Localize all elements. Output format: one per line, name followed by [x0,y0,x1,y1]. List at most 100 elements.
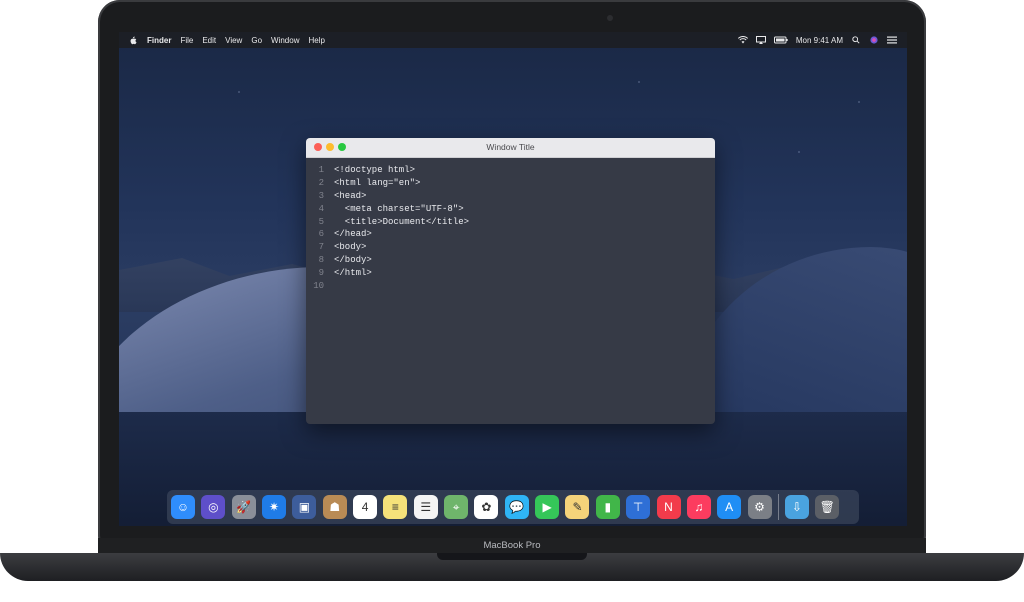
dock: ☺ ◎ 🚀 ✷ ▣ ☗ 4 ≡ ☰ ⌖ ✿ 💬 ▶ ✎ ▮ ⊤ N ♫ A ⚙ ⇩ 🗑 [167,490,859,524]
dock-maps-icon[interactable]: ⌖ [444,495,469,519]
dock-freeform-icon[interactable]: ✎ [565,495,590,519]
line-text[interactable]: <head> [334,190,366,203]
line-number: 5 [318,216,324,227]
code-line[interactable]: 3 <head> [306,190,469,203]
dock-app-store-icon[interactable]: A [717,495,742,519]
line-number: 7 [318,242,324,253]
line-text[interactable]: <!doctype html> [334,164,415,177]
dock-glyph: ▮ [604,500,612,514]
dock-glyph: ☗ [329,500,341,514]
dock-glyph: ✷ [269,500,280,514]
line-number: 4 [318,203,324,214]
line-text[interactable]: </html> [334,267,372,280]
spotlight-icon[interactable] [851,36,861,44]
dock-glyph: ◎ [208,500,219,514]
dock-glyph: 4 [361,500,369,514]
line-number: 2 [318,177,324,188]
line-text[interactable]: </head> [334,228,372,241]
line-number: 10 [313,281,324,292]
line-number: 1 [318,165,324,175]
menu-edit[interactable]: Edit [202,36,216,45]
window-title: Window Title [486,142,535,152]
dock-glyph: ▣ [298,500,311,514]
dock-music-icon[interactable]: ♫ [686,495,711,519]
dock-glyph: ✿ [481,500,492,514]
dock-photos-icon[interactable]: ✿ [474,495,499,519]
dock-glyph: ≡ [391,500,399,514]
line-text[interactable]: <body> [334,241,366,254]
device-label: MacBook Pro [483,540,541,551]
code-line[interactable]: 1 <!doctype html> [306,164,469,177]
dock-separator [777,494,779,520]
dock-glyph: ☰ [420,500,432,514]
dock-keynote-icon[interactable]: ⊤ [626,495,651,519]
line-number: 3 [318,190,324,201]
editor-window[interactable]: Window Title 1 <!doctype html> 2 <html lang… [306,138,715,424]
wifi-icon[interactable] [737,36,748,44]
code-line[interactable]: 4 <meta charset="UTF-8"> [306,203,469,216]
dock-glyph: 💬 [509,500,525,514]
dock-glyph: ⌖ [452,499,460,514]
menu-view[interactable]: View [225,36,242,45]
dock-messages-icon[interactable]: 💬 [504,495,529,519]
menu-window[interactable]: Window [271,36,299,45]
dock-glyph: ⚙ [754,500,765,514]
dock-facetime-icon[interactable]: ▶ [535,495,560,519]
line-text[interactable]: </body> [334,254,372,267]
code-line[interactable]: 6 </head> [306,228,469,241]
dock-glyph: ☺ [176,500,190,514]
dock-downloads-folder-icon[interactable]: ⇩ [784,495,809,519]
dock-glyph: A [725,500,734,514]
dock-contacts-icon[interactable]: ☗ [322,495,347,519]
dock-numbers-icon[interactable]: ▮ [595,495,620,519]
dock-launchpad-icon[interactable]: 🚀 [231,495,256,519]
dock-glyph: N [664,500,673,514]
code-editor[interactable]: 1 <!doctype html> 2 <html lang="en"> 3 <head>… [306,164,469,293]
dock-safari-icon[interactable]: ✷ [262,495,287,519]
code-line[interactable]: 2 <html lang="en"> [306,177,469,190]
dock-glyph: ▶ [542,500,552,514]
line-number: 6 [318,229,324,240]
dock-trash-icon[interactable]: 🗑 [815,495,840,519]
siri-icon[interactable] [869,36,879,44]
line-number: 9 [318,268,324,279]
line-text[interactable]: <html lang="en"> [334,177,420,190]
window-titlebar[interactable]: Window Title [306,138,715,158]
code-line[interactable]: 7 <body> [306,241,469,254]
dock-news-icon[interactable]: N [656,495,681,519]
code-line[interactable]: 8 </body> [306,254,469,267]
airplay-icon[interactable] [755,36,766,44]
dock-glyph: 🗑 [819,500,835,514]
dock-siri-icon[interactable]: ◎ [201,495,226,519]
battery-icon[interactable] [773,36,788,44]
dock-notes-icon[interactable]: ≡ [383,495,408,519]
code-line[interactable]: 5 <title>Document</title> [306,216,469,229]
dock-system-preferences-icon[interactable]: ⚙ [747,495,772,519]
code-line[interactable]: 10 [306,280,469,293]
dock-finder-icon[interactable]: ☺ [171,495,195,519]
dock-glyph: 🚀 [236,500,252,514]
notification-center-icon[interactable] [887,36,897,44]
line-number: 8 [318,255,324,266]
menu-bar: Finder File Edit View Go Window Help Mon… [119,32,907,48]
camera [607,15,613,21]
code-line[interactable]: 9 </html> [306,267,469,280]
menu-file[interactable]: File [180,36,193,45]
lid-opening-notch [437,553,587,560]
dock-reminders-icon[interactable]: ☰ [413,495,438,519]
line-text[interactable]: <meta charset="UTF-8"> [334,203,464,216]
dock-glyph: ♫ [694,500,704,514]
dock-photos-slideshow-icon[interactable]: ▣ [292,495,317,519]
apple-logo-icon[interactable] [129,36,137,45]
dock-glyph: ✎ [572,500,583,514]
dock-calendar-icon[interactable]: 4 [353,495,378,519]
desktop-screen: Finder File Edit View Go Window Help Mon… [119,32,907,526]
menu-clock[interactable]: Mon 9:41 AM [796,36,843,45]
menu-help[interactable]: Help [308,36,324,45]
dock-glyph: ⊤ [632,500,644,514]
dock-glyph: ⇩ [791,500,802,514]
menu-go[interactable]: Go [251,36,262,45]
line-text[interactable]: <title>Document</title> [334,216,469,229]
menu-finder[interactable]: Finder [147,36,171,45]
status-area: Mon 9:41 AM [737,36,897,45]
